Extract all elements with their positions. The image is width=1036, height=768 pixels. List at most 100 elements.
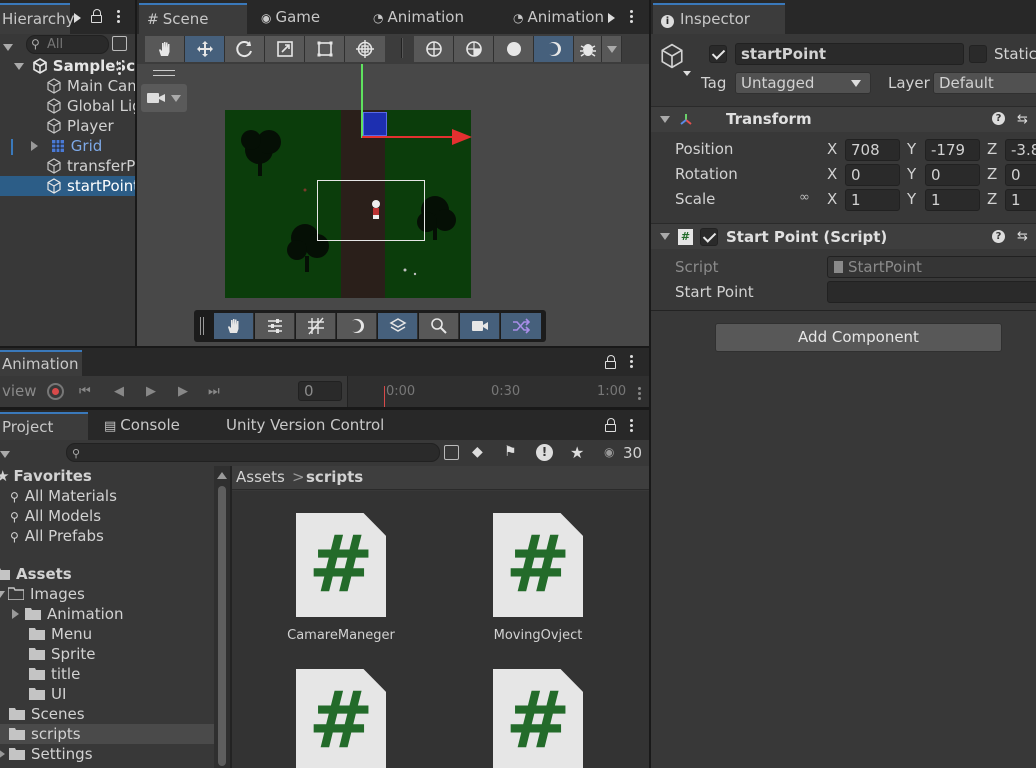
record-button[interactable] [47,383,64,400]
tab-inspector[interactable]: i Inspector [653,3,785,34]
move-gizmo-x-axis[interactable] [362,136,454,138]
filter-by-label-icon[interactable]: ⚑ [504,444,517,460]
lock-icon[interactable] [91,9,102,23]
breadcrumb-assets[interactable]: Assets [236,468,285,486]
favorite-all-materials[interactable]: ⚲ All Materials [0,486,117,506]
overlay-grid-button[interactable] [296,313,336,339]
lock-icon[interactable] [605,355,616,369]
hierarchy-item-main-camera[interactable]: Main Camera [0,76,135,96]
more-options-icon[interactable] [630,8,634,25]
chevron-right-icon[interactable] [608,11,615,27]
position-x-field[interactable]: 708 [845,139,900,161]
scale-z-field[interactable]: 1 [1005,189,1036,211]
rotation-y-field[interactable]: 0 [925,164,980,186]
hierarchy-scene-divider[interactable] [135,0,137,346]
assets-header[interactable]: Assets [0,564,72,584]
move-gizmo-x-arrow[interactable] [452,129,472,145]
help-icon[interactable]: ? [992,230,1005,243]
playhead[interactable] [384,386,385,407]
scale-x-field[interactable]: 1 [845,189,900,211]
filter-by-type-icon[interactable]: ◆ [472,444,483,460]
play-icon[interactable]: ▶ [146,384,156,399]
rotation-z-field[interactable]: 0 [1005,164,1036,186]
folder-title[interactable]: title [0,664,80,684]
tag-dropdown[interactable]: Untagged [735,72,871,94]
debug-draw-button[interactable] [574,36,602,62]
folder-animation[interactable]: Animation [0,604,123,624]
scrollbar-thumb[interactable] [218,486,226,766]
chevron-right-icon[interactable] [74,11,81,27]
collapse-icon[interactable] [0,749,5,759]
script-file-icon[interactable]: # [493,669,583,768]
tab-animation-1[interactable]: ◔ Animation [365,3,472,34]
expand-icon[interactable] [0,591,5,598]
previous-keyframe-icon[interactable]: ◀ [114,384,124,399]
scale-tool-button[interactable] [265,36,305,62]
script-file-icon[interactable]: # [296,513,386,617]
start-point-field[interactable] [827,281,1036,303]
overlay-shuffle-button[interactable] [501,313,541,339]
overlay-layers-button[interactable] [378,313,418,339]
scene-options-icon[interactable] [118,60,122,77]
favorites-header[interactable]: ★ Favorites [0,466,92,486]
breadcrumb-scripts[interactable]: scripts [306,468,363,486]
project-search-input[interactable]: ⚲ [66,443,440,462]
scene-view-toggle-icon[interactable] [112,36,127,51]
create-dropdown-icon[interactable] [0,451,10,458]
hand-tool-button[interactable] [145,36,185,62]
move-tool-button[interactable] [185,36,225,62]
folder-scenes[interactable]: Scenes [0,704,85,724]
folder-ui[interactable]: UI [0,684,66,704]
first-keyframe-icon[interactable]: ⏮ [79,384,91,399]
timeline-options-icon[interactable] [638,385,642,402]
script-file-icon[interactable]: # [493,513,583,617]
scene-root-row[interactable]: SampleScene [0,56,135,76]
foldout-icon[interactable] [660,116,670,123]
overlay-lighting-button[interactable] [337,313,377,339]
hierarchy-item-player[interactable]: Player [0,116,114,136]
folder-images[interactable]: Images [0,584,85,604]
active-checkbox[interactable] [709,45,727,63]
tab-game[interactable]: ◉ Game [253,3,328,34]
folder-settings[interactable]: Settings [0,744,93,764]
preview-toggle[interactable]: view [2,382,37,400]
hierarchy-item-global-light[interactable]: Global Light 2D [0,96,135,116]
add-dropdown-icon[interactable] [3,40,16,56]
favorite-all-models[interactable]: ⚲ All Models [0,506,101,526]
player-sprite[interactable] [370,200,382,220]
collapse-icon[interactable] [12,609,19,619]
help-icon[interactable]: ? [992,112,1005,125]
folder-tree-scrollbar[interactable] [214,466,230,768]
presets-icon[interactable]: ⇆ [1017,112,1028,127]
debug-draw-dropdown[interactable] [602,36,622,62]
position-y-field[interactable]: -179 [925,139,980,161]
camera-overlay-button[interactable] [141,84,187,112]
folder-sprite[interactable]: Sprite [0,644,96,664]
add-component-button[interactable]: Add Component [715,323,1002,352]
frame-field[interactable]: 0 [298,381,342,401]
script-file-icon[interactable]: # [296,669,386,768]
last-keyframe-icon[interactable]: ⏭ [208,384,220,399]
overlay-drag-handle[interactable] [153,70,175,76]
hidden-packages-eye-icon[interactable]: ◉ [604,445,614,459]
overlay-hand-button[interactable] [214,313,254,339]
lighting-toggle-button[interactable] [534,36,574,62]
object-name-field[interactable]: startPoint [735,43,964,65]
expand-icon[interactable] [14,63,24,70]
hierarchy-item-transfer-point[interactable]: transferPoint [0,156,135,176]
tab-hierarchy[interactable]: Hierarchy [0,3,75,34]
tab-version-control[interactable]: Unity Version Control [218,412,392,440]
overlay-camera-button[interactable] [460,313,500,339]
foldout-icon[interactable] [660,233,670,240]
folder-menu[interactable]: Menu [0,624,92,644]
rotate-tool-button[interactable] [225,36,265,62]
position-z-field[interactable]: -3.8 [1005,139,1036,161]
vertical-divider[interactable] [649,0,651,768]
tab-animation[interactable]: Animation [0,350,82,376]
tab-scene[interactable]: # Scene [139,3,247,34]
tab-project[interactable]: Project [0,412,88,440]
transform-header[interactable] [651,106,1036,132]
script-enabled-checkbox[interactable] [700,228,718,246]
static-checkbox[interactable] [969,45,987,63]
more-options-icon[interactable] [630,353,634,370]
